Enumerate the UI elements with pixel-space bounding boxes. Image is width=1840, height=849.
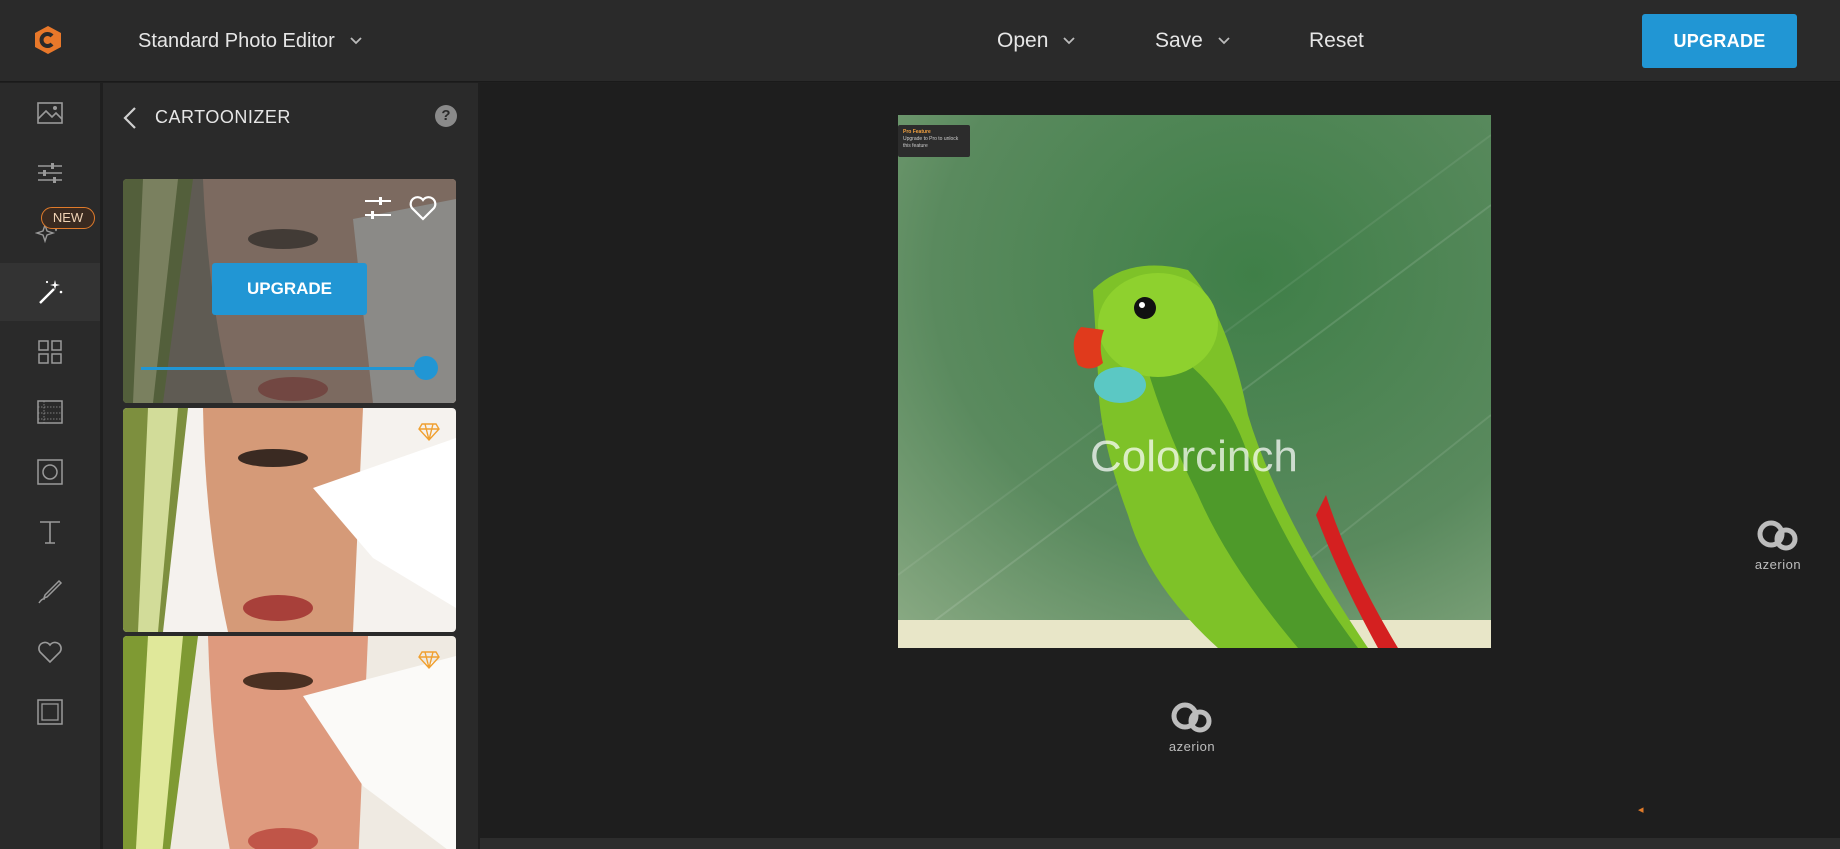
panel-header: CARTOONIZER ?	[103, 83, 478, 153]
rail-item-favorites[interactable]	[0, 623, 100, 681]
frame-circle-icon	[37, 459, 63, 485]
heart-icon	[38, 641, 62, 664]
frame-icon	[37, 699, 63, 725]
rail-item-overlays[interactable]	[0, 383, 100, 441]
tool-rail	[0, 83, 100, 849]
rail-item-graphics[interactable]	[0, 323, 100, 381]
chevron-down-icon	[1218, 37, 1230, 45]
pro-feature-tooltip: Pro Feature Upgrade to Pro to unlock thi…	[898, 125, 970, 157]
photo-canvas[interactable]	[898, 115, 1491, 648]
azerion-ad-logo-bottom[interactable]: azerion	[1158, 702, 1226, 754]
back-arrow-icon[interactable]	[120, 103, 140, 133]
effect-thumbnail[interactable]	[123, 636, 456, 849]
favorite-heart-icon[interactable]	[408, 194, 438, 222]
brush-icon	[38, 579, 63, 604]
ad-choices-icon[interactable]: ◂	[1638, 803, 1644, 816]
adjust-settings-icon[interactable]	[363, 195, 393, 223]
bottom-scrollbar[interactable]	[480, 838, 1840, 849]
azerion-logo-icon	[1757, 520, 1798, 551]
grid-icon	[38, 340, 62, 364]
new-badge: NEW	[41, 207, 95, 229]
colorcinch-logo-icon[interactable]	[33, 24, 63, 56]
effect-strength-slider[interactable]	[141, 367, 429, 370]
reset-button[interactable]: Reset	[1309, 26, 1364, 56]
chevron-down-icon	[350, 37, 362, 45]
upgrade-button[interactable]: UPGRADE	[1642, 14, 1797, 68]
effect-upgrade-button[interactable]: UPGRADE	[212, 263, 367, 315]
reset-label: Reset	[1309, 29, 1364, 52]
text-icon	[40, 521, 60, 544]
pro-tip-title: Pro Feature	[903, 129, 931, 135]
pro-tip-text: Upgrade to Pro to unlock this feature	[903, 136, 959, 149]
pro-gem-icon	[418, 651, 440, 670]
rail-item-mask[interactable]	[0, 443, 100, 501]
cartoonizer-panel: CARTOONIZER ? UPGRADE	[103, 83, 478, 849]
azerion-label: azerion	[1168, 739, 1216, 754]
rail-item-image[interactable]	[0, 84, 100, 142]
effect-thumbnail-selected[interactable]: UPGRADE	[123, 179, 456, 403]
open-label: Open	[997, 29, 1049, 52]
effect-preview-image	[123, 636, 456, 849]
parrot-photo	[898, 115, 1491, 648]
editor-mode-dropdown[interactable]: Standard Photo Editor	[138, 26, 363, 56]
sliders-icon	[38, 163, 62, 183]
slider-handle[interactable]	[414, 356, 438, 380]
magic-wand-icon	[39, 280, 63, 304]
azerion-logo-icon	[1171, 702, 1212, 733]
rail-item-draw[interactable]	[0, 563, 100, 621]
pro-gem-icon	[418, 423, 440, 442]
image-icon	[37, 102, 63, 124]
editor-mode-label: Standard Photo Editor	[138, 29, 335, 52]
top-bar: Standard Photo Editor Open Save Reset UP…	[0, 0, 1840, 82]
open-menu[interactable]: Open	[997, 26, 1076, 56]
panel-title: CARTOONIZER	[155, 107, 291, 127]
help-icon[interactable]: ?	[435, 105, 457, 127]
save-menu[interactable]: Save	[1155, 26, 1231, 56]
effect-thumbnail[interactable]	[123, 408, 456, 632]
watermark-text: Colorcinch	[1090, 432, 1298, 481]
effect-preview-image	[123, 408, 456, 632]
azerion-ad-logo-right[interactable]: azerion	[1744, 520, 1812, 572]
texture-icon	[37, 400, 63, 424]
rail-item-effects[interactable]	[0, 263, 100, 321]
rail-item-frames[interactable]	[0, 683, 100, 741]
rail-item-adjust[interactable]	[0, 144, 100, 202]
rail-item-text[interactable]	[0, 503, 100, 561]
chevron-down-icon	[1063, 37, 1076, 45]
save-label: Save	[1155, 29, 1203, 52]
azerion-label: azerion	[1754, 557, 1802, 572]
